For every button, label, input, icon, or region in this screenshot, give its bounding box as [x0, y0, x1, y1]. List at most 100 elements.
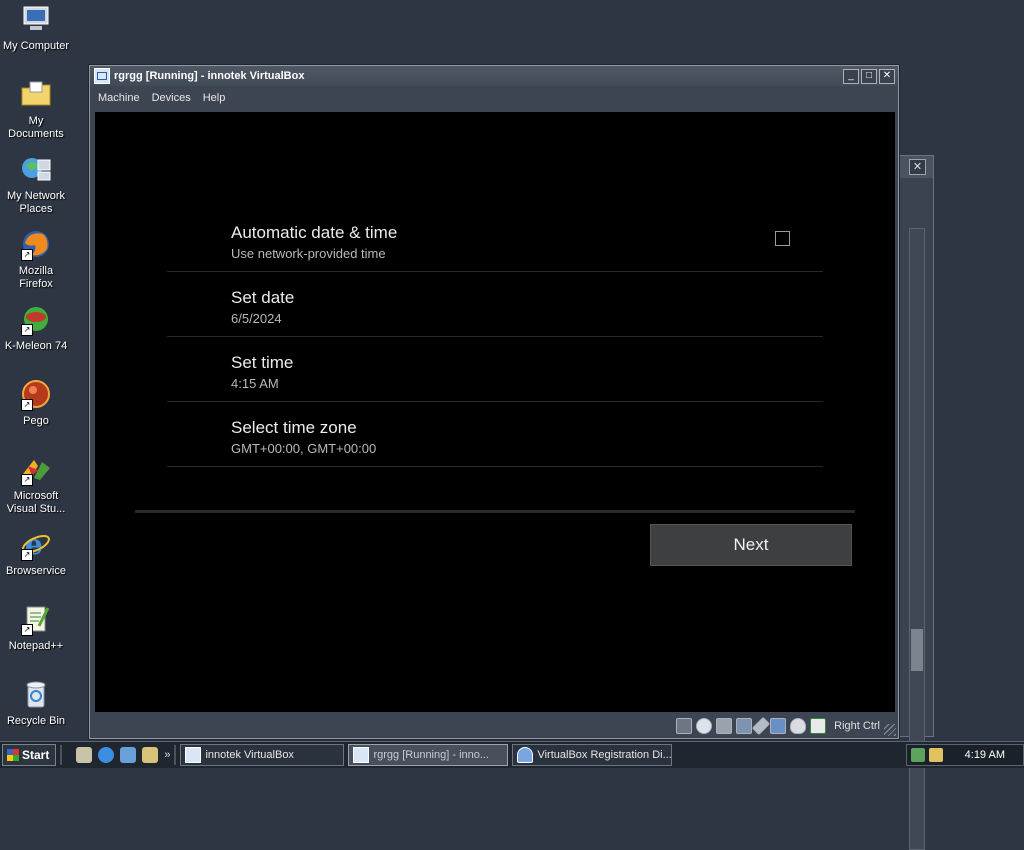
close-icon[interactable]: ✕ — [909, 159, 926, 175]
setting-automatic-date-time[interactable]: Automatic date & time Use network-provid… — [167, 207, 823, 272]
shortcut-arrow-icon: ↗ — [21, 549, 33, 561]
search-quicklaunch-icon[interactable] — [142, 747, 159, 763]
tray-app-icon[interactable] — [929, 748, 943, 762]
shortcut-arrow-icon: ↗ — [21, 474, 33, 486]
mouse-integration-icon[interactable] — [790, 718, 807, 734]
network-adapter-icon[interactable] — [736, 718, 753, 734]
guest-screen[interactable]: Automatic date & time Use network-provid… — [95, 112, 895, 712]
setting-subtitle: GMT+00:00, GMT+00:00 — [231, 441, 377, 456]
next-button[interactable]: Next — [650, 524, 852, 566]
setting-title: Set time — [231, 353, 294, 372]
task-label: rgrgg [Running] - inno... — [373, 749, 490, 761]
desktop-icon-browservice[interactable]: e ↗ Browservice — [0, 527, 72, 599]
desktop-icon-notepadpp[interactable]: ↗ Notepad++ — [0, 602, 72, 674]
network-quicklaunch-icon[interactable] — [120, 747, 137, 763]
kmeleon-icon: ↗ — [19, 302, 53, 336]
system-tray: 4:19 AM — [906, 744, 1024, 766]
scrollbar-thumb[interactable] — [911, 629, 923, 671]
recycle-bin-icon — [19, 677, 53, 711]
start-button[interactable]: Start — [2, 744, 57, 766]
menu-devices[interactable]: Devices — [152, 92, 191, 104]
desktop-icon-network-places[interactable]: My Network Places — [0, 152, 72, 224]
computer-icon — [19, 2, 53, 36]
shortcut-arrow-icon: ↗ — [21, 399, 33, 411]
desktop-icon-label: Microsoft Visual Stu... — [6, 490, 66, 515]
ie-quicklaunch-icon[interactable] — [98, 747, 115, 763]
taskbar-task-registration[interactable]: VirtualBox Registration Di... — [512, 744, 673, 766]
desktop-icon-label: My Computer — [2, 40, 70, 52]
taskbar: Start » innotek VirtualBox rgrgg [Runnin… — [0, 741, 1024, 768]
firefox-icon: ↗ — [19, 227, 53, 261]
menu-machine[interactable]: Machine — [98, 92, 140, 104]
folder-icon — [19, 77, 53, 111]
ie-icon: e ↗ — [19, 527, 53, 561]
tray-network-icon[interactable] — [911, 748, 925, 762]
virtualbox-icon — [185, 747, 202, 763]
close-button[interactable]: ✕ — [879, 69, 895, 84]
task-label: VirtualBox Registration Di... — [537, 749, 672, 761]
clock[interactable]: 4:19 AM — [965, 749, 1005, 761]
desktop-icon-label: Pego — [23, 415, 49, 427]
desktop-icon-pego[interactable]: ↗ Pego — [0, 377, 72, 449]
setting-subtitle: 6/5/2024 — [231, 311, 282, 326]
cd-icon[interactable] — [696, 718, 713, 734]
taskbar-separator — [174, 745, 177, 765]
setting-set-date[interactable]: Set date 6/5/2024 — [167, 272, 823, 337]
start-label: Start — [22, 748, 50, 762]
maximize-button[interactable]: □ — [861, 69, 877, 84]
desktop-icon-label: K-Meleon 74 — [4, 340, 68, 352]
setting-subtitle: Use network-provided time — [231, 246, 386, 261]
resize-grip[interactable] — [884, 724, 896, 736]
network-icon — [19, 152, 53, 186]
automatic-date-time-checkbox[interactable] — [775, 231, 790, 246]
shortcut-arrow-icon: ↗ — [21, 324, 33, 336]
minimize-button[interactable]: _ — [843, 69, 859, 84]
shared-folder-icon[interactable] — [770, 718, 787, 734]
menu-help[interactable]: Help — [203, 92, 226, 104]
shortcut-arrow-icon: ↗ — [21, 624, 33, 636]
desktop-icon-visual-studio[interactable]: ↗ Microsoft Visual Stu... — [0, 452, 72, 524]
floppy-icon[interactable] — [676, 718, 693, 734]
virtualbox-icon — [353, 747, 370, 763]
visual-studio-icon: ↗ — [19, 452, 53, 486]
task-label: innotek VirtualBox — [205, 749, 294, 761]
setting-title: Automatic date & time — [231, 223, 398, 242]
taskbar-separator — [60, 745, 63, 765]
host-key-label: Right Ctrl — [834, 720, 880, 732]
desktop-icon-label: My Network Places — [6, 190, 66, 215]
taskbar-task-virtualbox[interactable]: innotek VirtualBox — [180, 744, 345, 766]
desktop-icon-kmeleon[interactable]: ↗ K-Meleon 74 — [0, 302, 72, 374]
desktop-icon-my-computer[interactable]: My Computer — [0, 2, 72, 74]
virtualbox-icon — [94, 68, 110, 84]
setting-subtitle: 4:15 AM — [231, 376, 279, 391]
footer-divider — [135, 510, 855, 513]
pego-icon: ↗ — [19, 377, 53, 411]
desktop-icon-label: Mozilla Firefox — [18, 265, 54, 290]
setting-select-time-zone[interactable]: Select time zone GMT+00:00, GMT+00:00 — [167, 402, 823, 467]
window-title: rgrgg [Running] - innotek VirtualBox — [114, 70, 305, 82]
desktop-icon-label: My Documents — [8, 115, 64, 140]
date-time-settings-list: Automatic date & time Use network-provid… — [167, 207, 823, 467]
window-titlebar[interactable]: rgrgg [Running] - innotek VirtualBox _ □… — [90, 66, 898, 86]
vm-status-bar: Right Ctrl — [90, 714, 898, 738]
registration-icon — [517, 747, 534, 763]
windows-logo-icon — [7, 749, 19, 761]
setting-set-time[interactable]: Set time 4:15 AM — [167, 337, 823, 402]
desktop-icon-label: Browservice — [6, 565, 66, 577]
notepad-icon: ↗ — [19, 602, 53, 636]
desktop-icon-firefox[interactable]: ↗ Mozilla Firefox — [0, 227, 72, 299]
desktop-icon-label: Notepad++ — [8, 640, 64, 652]
show-desktop-icon[interactable] — [76, 747, 93, 763]
virtualbox-window[interactable]: rgrgg [Running] - innotek VirtualBox _ □… — [89, 65, 899, 739]
desktop-icon-recycle-bin[interactable]: Recycle Bin — [0, 677, 72, 749]
chevron-right-icon[interactable]: » — [164, 749, 170, 761]
setting-title: Select time zone — [231, 418, 357, 437]
usb-icon[interactable] — [751, 716, 771, 736]
host-key-icon — [810, 718, 827, 734]
desktop-icon-label: Recycle Bin — [6, 715, 66, 727]
desktop-icon-my-documents[interactable]: My Documents — [0, 77, 72, 149]
taskbar-task-vm-running[interactable]: rgrgg [Running] - inno... — [348, 744, 509, 766]
setting-title: Set date — [231, 288, 295, 307]
menu-bar: Machine Devices Help — [90, 87, 898, 109]
hard-disk-icon[interactable] — [716, 718, 733, 734]
